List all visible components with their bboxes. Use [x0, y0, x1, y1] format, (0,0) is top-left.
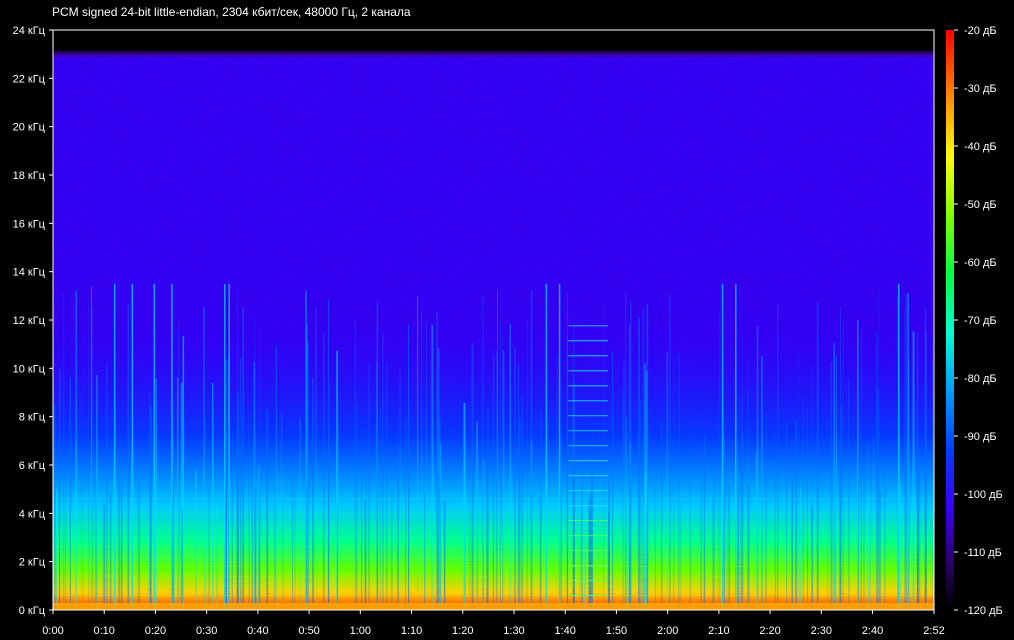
y-tick-label: 16 кГц	[13, 218, 46, 230]
y-tick-label: 18 кГц	[13, 170, 46, 182]
colorbar-tick-label: -120 дБ	[964, 605, 1003, 617]
colorbar-tick-label: -70 дБ	[964, 315, 997, 327]
y-tick-label: 10 кГц	[13, 363, 46, 375]
x-tick-label: 0:20	[145, 625, 166, 637]
x-tick-label: 0:30	[196, 625, 217, 637]
colorbar-tick-label: -100 дБ	[964, 489, 1003, 501]
x-tick-label: 2:00	[657, 625, 678, 637]
colorbar-tick-label: -50 дБ	[964, 199, 997, 211]
colorbar-tick-label: -80 дБ	[964, 373, 997, 385]
x-tick-label: 1:30	[503, 625, 524, 637]
spectrogram-chart: 0 кГц 2 кГц 4 кГц 6 кГц 8 кГц 10 кГц 12 кГц 14 …	[13, 25, 1003, 637]
y-tick-label: 4 кГц	[19, 508, 46, 520]
x-tick-label: 0:50	[298, 625, 319, 637]
y-tick-label: 12 кГц	[13, 315, 46, 327]
colorbar: -20 дБ -30 дБ -40 дБ -50 дБ -60 дБ -70 дБ -80 …	[946, 25, 1003, 617]
y-tick-label: 2 кГц	[19, 557, 46, 569]
y-tick-label: 14 кГц	[13, 267, 46, 279]
x-tick-label: 0:00	[42, 625, 63, 637]
colorbar-tick-label: -40 дБ	[964, 141, 997, 153]
x-axis: 0:00 0:10 0:20 0:30 0:40 0:50 1:00 1:10 1:20 1:30…	[42, 610, 945, 637]
y-tick-label: 24 кГц	[13, 25, 46, 37]
x-tick-label: 1:20	[452, 625, 473, 637]
y-tick-label: 0 кГц	[19, 605, 46, 617]
x-tick-label: 2:52	[923, 625, 944, 637]
y-tick-label: 8 кГц	[19, 412, 46, 424]
x-tick-label: 0:10	[94, 625, 115, 637]
x-tick-label: 2:20	[759, 625, 780, 637]
colorbar-gradient	[946, 30, 954, 610]
x-tick-label: 1:40	[554, 625, 575, 637]
bass-floor	[53, 603, 934, 610]
x-tick-label: 0:40	[247, 625, 268, 637]
y-axis: 0 кГц 2 кГц 4 кГц 6 кГц 8 кГц 10 кГц 12 кГц 14 …	[13, 25, 53, 617]
colorbar-tick-label: -90 дБ	[964, 431, 997, 443]
x-tick-label: 1:00	[350, 625, 371, 637]
x-tick-label: 2:10	[708, 625, 729, 637]
x-tick-label: 2:40	[862, 625, 883, 637]
y-tick-label: 20 кГц	[13, 122, 46, 134]
colorbar-tick-label: -60 дБ	[964, 257, 997, 269]
x-tick-label: 1:10	[401, 625, 422, 637]
y-tick-label: 22 кГц	[13, 73, 46, 85]
x-tick-label: 2:30	[811, 625, 832, 637]
colorbar-tick-label: -110 дБ	[964, 547, 1002, 559]
colorbar-tick-label: -30 дБ	[964, 83, 997, 95]
x-tick-label: 1:50	[606, 625, 627, 637]
colorbar-tick-label: -20 дБ	[964, 25, 997, 37]
plot-area	[52, 29, 935, 611]
y-tick-label: 6 кГц	[19, 460, 46, 472]
